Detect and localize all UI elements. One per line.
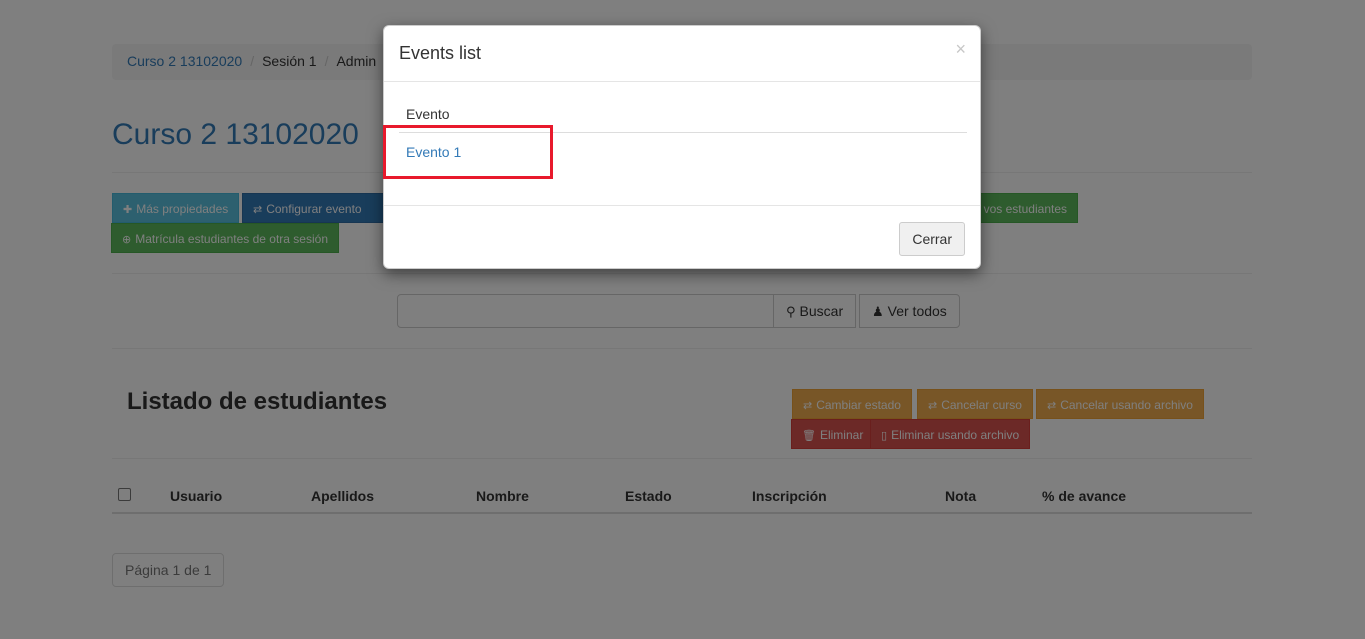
close-icon[interactable]: ×	[955, 39, 966, 60]
events-column-header: Evento	[406, 106, 450, 122]
highlight-box	[383, 125, 553, 179]
modal-footer: Cerrar	[384, 205, 980, 269]
close-button[interactable]: Cerrar	[899, 222, 965, 256]
modal-header: Events list ×	[384, 26, 980, 82]
events-list-modal: Events list × Evento Evento 1 Cerrar	[383, 25, 981, 269]
modal-title: Events list	[399, 43, 482, 63]
modal-body: Evento Evento 1	[383, 82, 980, 205]
